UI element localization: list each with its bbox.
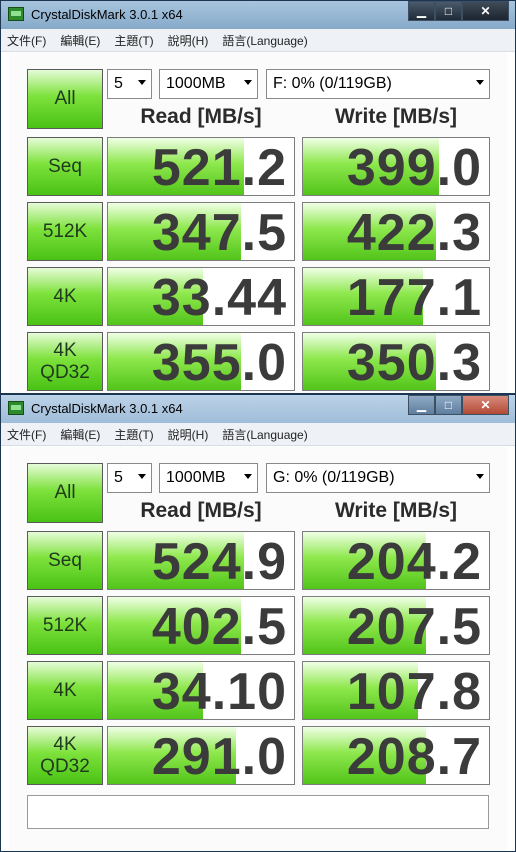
menu-file[interactable]: 文件(F): [7, 32, 46, 49]
read-header: Read [MB/s]: [140, 499, 262, 522]
4k-read-result: 33.44: [107, 267, 295, 326]
read-header: Read [MB/s]: [140, 105, 262, 128]
minimize-icon: ▁: [416, 398, 427, 412]
disk-icon: [8, 401, 24, 415]
minimize-button[interactable]: ▁: [408, 1, 435, 21]
drive-select[interactable]: F: 0% (0/119GB): [266, 69, 490, 99]
menu-theme[interactable]: 主題(T): [114, 32, 153, 49]
crystaldiskmark-window-g: CrystalDiskMark 3.0.1 x64 ▁ □ ✕ 文件(F) 編輯…: [0, 394, 516, 852]
all-button[interactable]: All: [27, 69, 103, 129]
close-button[interactable]: ✕: [462, 1, 509, 21]
seq-read-result: 524.9: [107, 531, 295, 590]
seq-read-result: 521.2: [107, 137, 295, 196]
chevron-down-icon: [138, 474, 146, 479]
chevron-down-icon: [244, 474, 252, 479]
seq-button[interactable]: Seq: [27, 531, 103, 590]
all-button[interactable]: All: [27, 463, 103, 523]
4k-qd32-button[interactable]: 4K QD32: [27, 332, 103, 391]
menu-help[interactable]: 說明(H): [168, 32, 209, 49]
minimize-button[interactable]: ▁: [408, 395, 435, 415]
512k-button[interactable]: 512K: [27, 202, 103, 261]
seq-write-result: 399.0: [302, 137, 490, 196]
title-bar[interactable]: CrystalDiskMark 3.0.1 x64 ▁ □ ✕: [1, 395, 515, 423]
chevron-down-icon: [476, 80, 484, 85]
menu-bar: 文件(F) 編輯(E) 主題(T) 說明(H) 語言(Language): [1, 29, 515, 52]
512k-read-result: 402.5: [107, 596, 295, 655]
menu-edit[interactable]: 編輯(E): [60, 32, 100, 49]
4k-qd32-read-result: 291.0: [107, 726, 295, 785]
disk-icon: [8, 7, 24, 21]
close-icon: ✕: [480, 398, 491, 412]
test-size-select[interactable]: 1000MB: [159, 69, 258, 99]
4k-read-result: 34.10: [107, 661, 295, 720]
menu-help[interactable]: 說明(H): [168, 426, 209, 443]
4k-qd32-button[interactable]: 4K QD32: [27, 726, 103, 785]
4k-qd32-read-result: 355.0: [107, 332, 295, 391]
4k-qd32-write-result: 350.3: [302, 332, 490, 391]
test-count-select[interactable]: 5: [107, 463, 152, 493]
minimize-icon: ▁: [416, 4, 427, 18]
close-button[interactable]: ✕: [462, 395, 509, 415]
chevron-down-icon: [244, 80, 252, 85]
write-header: Write [MB/s]: [334, 105, 458, 128]
benchmark-panel: All 5 1000MB G: 0% (0/119GB) Read [MB/s]…: [9, 447, 507, 851]
512k-write-result: 207.5: [302, 596, 490, 655]
maximize-button[interactable]: □: [435, 1, 462, 21]
benchmark-panel: All 5 1000MB F: 0% (0/119GB) Read [MB/s]…: [9, 53, 507, 393]
menu-theme[interactable]: 主題(T): [114, 426, 153, 443]
maximize-button[interactable]: □: [435, 395, 462, 415]
menu-language[interactable]: 語言(Language): [222, 426, 307, 443]
seq-button[interactable]: Seq: [27, 137, 103, 196]
title-bar[interactable]: CrystalDiskMark 3.0.1 x64 ▁ □ ✕: [1, 1, 515, 29]
chevron-down-icon: [138, 80, 146, 85]
crystaldiskmark-window-f: CrystalDiskMark 3.0.1 x64 ▁ □ ✕ 文件(F) 編輯…: [0, 0, 516, 394]
4k-qd32-write-result: 208.7: [302, 726, 490, 785]
4k-write-result: 107.8: [302, 661, 490, 720]
window-title: CrystalDiskMark 3.0.1 x64: [31, 401, 183, 416]
4k-write-result: 177.1: [302, 267, 490, 326]
chevron-down-icon: [476, 474, 484, 479]
4k-button[interactable]: 4K: [27, 661, 103, 720]
menu-bar: 文件(F) 編輯(E) 主題(T) 說明(H) 語言(Language): [1, 423, 515, 446]
512k-write-result: 422.3: [302, 202, 490, 261]
test-size-select[interactable]: 1000MB: [159, 463, 258, 493]
512k-read-result: 347.5: [107, 202, 295, 261]
menu-language[interactable]: 語言(Language): [222, 32, 307, 49]
comment-field[interactable]: [27, 795, 489, 829]
window-title: CrystalDiskMark 3.0.1 x64: [31, 7, 183, 22]
seq-write-result: 204.2: [302, 531, 490, 590]
write-header: Write [MB/s]: [334, 499, 458, 522]
4k-button[interactable]: 4K: [27, 267, 103, 326]
512k-button[interactable]: 512K: [27, 596, 103, 655]
test-count-select[interactable]: 5: [107, 69, 152, 99]
maximize-icon: □: [444, 398, 453, 412]
maximize-icon: □: [444, 4, 453, 18]
close-icon: ✕: [480, 4, 491, 18]
drive-select[interactable]: G: 0% (0/119GB): [266, 463, 490, 493]
menu-file[interactable]: 文件(F): [7, 426, 46, 443]
menu-edit[interactable]: 編輯(E): [60, 426, 100, 443]
